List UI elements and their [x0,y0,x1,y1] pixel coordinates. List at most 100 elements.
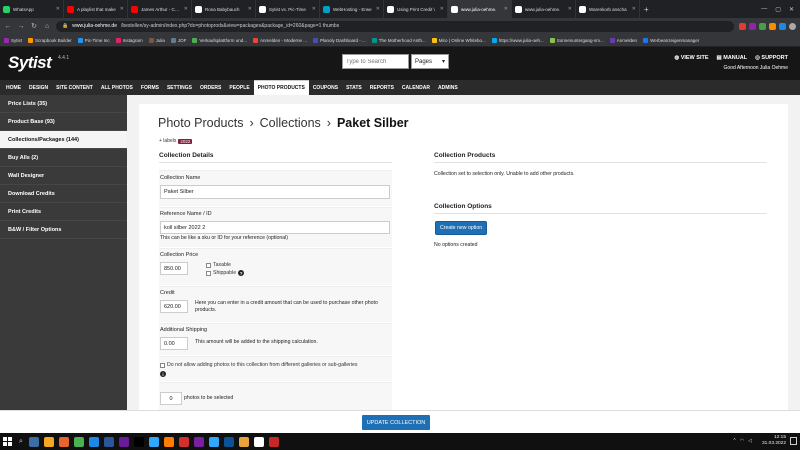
browser-tab[interactable]: www.julia-oehme. ✕ [448,0,512,18]
breadcrumb-photo-products[interactable]: Photo Products [158,116,243,130]
bookmark-item[interactable]: Instagram [115,37,143,43]
close-tab-icon[interactable]: ✕ [248,6,252,12]
nav-item[interactable]: ALL PHOTOS [97,80,137,95]
shippable-checkbox[interactable]: Shippable? [206,270,245,276]
sidebar-item[interactable]: Download Credits [0,185,127,203]
taskbar-app-icon[interactable] [178,436,189,447]
collection-name-input[interactable]: Paket Silber [160,185,390,199]
browser-tab[interactable]: Warenkorb anscha ✕ [576,0,640,18]
nav-item[interactable]: SITE CONTENT [52,80,97,95]
bookmark-item[interactable]: JOF [170,37,186,43]
sidebar-item[interactable]: Price Lists (35) [0,95,127,113]
close-tab-icon[interactable]: ✕ [632,6,636,12]
create-option-button[interactable]: Create new option [435,221,488,235]
pages-select[interactable]: Pages ▾ [411,54,449,69]
nav-item[interactable]: SETTINGS [163,80,196,95]
breadcrumb-collections[interactable]: Collections [260,116,321,130]
bookmark-item[interactable]: Anmelden - Moderne ... [252,37,307,43]
bookmark-item[interactable]: Sonnenuntergang-sm... [549,37,604,43]
close-tab-icon[interactable]: ✕ [376,6,380,12]
nav-item[interactable]: PEOPLE [225,80,253,95]
view-site-link[interactable]: ◍ VIEW SITE [674,55,708,61]
extension-icon[interactable] [759,22,766,30]
browser-tab[interactable]: WhatsApp ✕ [0,0,64,18]
close-tab-icon[interactable]: ✕ [56,6,60,12]
price-input[interactable]: 850.00 [160,262,188,275]
profile-avatar[interactable] [789,22,796,30]
taskbar-app-icon[interactable] [268,436,279,447]
support-link[interactable]: ◎ SUPPORT [755,55,788,61]
bookmark-item[interactable]: https://www.julia-oeh... [491,37,544,43]
nav-item[interactable]: STATS [342,80,366,95]
close-tab-icon[interactable]: ✕ [184,6,188,12]
taskbar-app-icon[interactable] [208,436,219,447]
nav-item[interactable]: PHOTO PRODUCTS [253,80,309,95]
browser-tab[interactable]: WebHosting - Erwe ✕ [320,0,384,18]
close-tab-icon[interactable]: ✕ [120,6,124,12]
reload-icon[interactable]: ↻ [30,22,38,30]
notification-icon[interactable] [790,437,797,445]
browser-tab[interactable]: James Arthur - Cars ✕ [128,0,192,18]
shipping-input[interactable]: 0.00 [160,337,188,350]
taskbar-app-icon[interactable] [28,436,39,447]
sidebar-item[interactable]: Buy Alls (2) [0,149,127,167]
bookmark-item[interactable]: Pic-Time Inc [77,37,110,43]
taskbar-app-icon[interactable] [88,436,99,447]
credit-input[interactable]: 620.00 [160,300,188,313]
extension-icon[interactable] [739,22,746,30]
bookmark-item[interactable]: Julia [148,37,165,43]
sidebar-item[interactable]: Print Credits [0,203,127,221]
maximize-icon[interactable]: ▢ [775,6,781,13]
nav-item[interactable]: CALENDAR [398,80,434,95]
taskbar-app-icon[interactable] [43,436,54,447]
bookmark-item[interactable]: Werbeanzeigenmanager [643,37,699,43]
browser-tab[interactable]: Using Print Credit \ ✕ [384,0,448,18]
taxable-checkbox[interactable]: Taxable [206,262,231,268]
bookmark-item[interactable]: Sytist [4,37,22,43]
bookmark-item[interactable]: Anmelden [609,37,637,43]
taskbar-app-icon[interactable] [193,436,204,447]
close-window-icon[interactable]: ✕ [789,6,794,13]
volume-icon[interactable]: ◁ [748,438,752,444]
close-tab-icon[interactable]: ✕ [440,6,444,12]
chevron-up-icon[interactable]: ^ [733,438,735,444]
url-field[interactable]: 🔒 www.julia-oehme.de/bestellen/sy-admin/… [56,20,734,32]
taskbar-app-icon[interactable] [103,436,114,447]
sidebar-item[interactable]: Product Base (93) [0,113,127,131]
bookmark-item[interactable]: Planoly Dashboard - ... [312,37,366,43]
info-icon[interactable]: i [160,371,166,377]
windows-start-icon[interactable] [3,436,13,447]
minimize-icon[interactable]: — [761,6,767,13]
wifi-icon[interactable]: ◠ [740,438,744,444]
nav-item[interactable]: ADMINS [434,80,462,95]
taskbar-app-icon[interactable] [73,436,84,447]
nav-item[interactable]: ORDERS [196,80,225,95]
bookmark-item[interactable]: The Motherhood Anth... [371,37,426,43]
nav-item[interactable]: DESIGN [25,80,52,95]
extension-icon[interactable] [779,22,786,30]
label-badge[interactable]: 2022 [178,138,193,144]
help-icon[interactable]: ? [238,270,245,276]
search-input[interactable] [342,54,409,69]
browser-tab[interactable]: Rona Babybauch ✕ [192,0,256,18]
sidebar-item[interactable]: Wall Designer [0,167,127,185]
search-icon[interactable]: ⌕ [19,438,23,446]
bookmark-item[interactable]: Miro | Online Whitebo... [431,37,486,43]
extension-icon[interactable] [769,22,776,30]
close-tab-icon[interactable]: ✕ [504,6,508,12]
nav-item[interactable]: COUPONS [309,80,342,95]
back-icon[interactable]: ← [4,23,12,30]
nav-item[interactable]: HOME [2,80,25,95]
taskbar-app-icon[interactable] [163,436,174,447]
taskbar-app-icon[interactable] [253,436,264,447]
taskbar-app-icon[interactable] [118,436,129,447]
sidebar-item[interactable]: Collections/Packages (144) [0,131,127,149]
reference-input[interactable]: koll silber 2022 2 [160,221,390,234]
sytist-logo[interactable]: Sytist [8,53,52,73]
taskbar-app-icon[interactable] [58,436,69,447]
galleries-checkbox[interactable]: Do not allow adding photos to this colle… [160,362,358,368]
browser-tab[interactable]: A playlist that make ✕ [64,0,128,18]
photos-count-input[interactable]: 0 [160,392,182,405]
bookmark-item[interactable]: Scrapbook Builder [28,37,72,43]
close-tab-icon[interactable]: ✕ [312,6,316,12]
